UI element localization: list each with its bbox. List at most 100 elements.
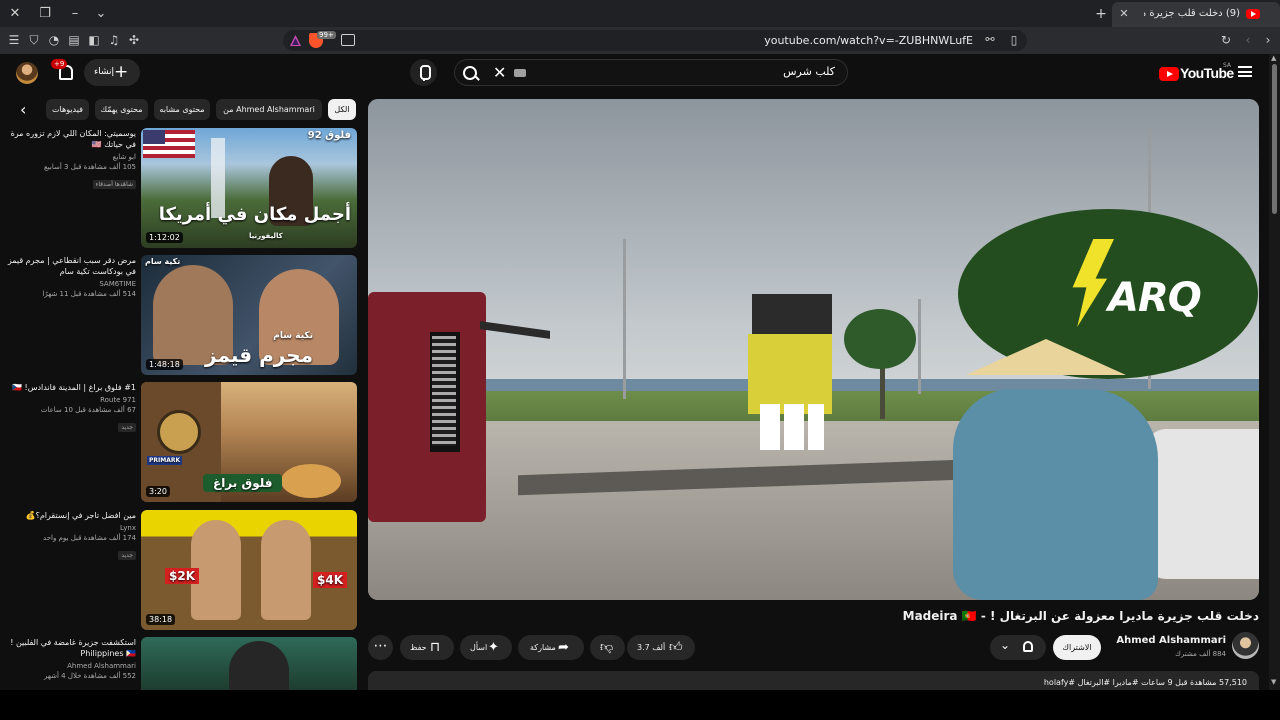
channel-name[interactable]: Ahmed Alshammari <box>1116 635 1226 646</box>
clear-search-icon[interactable]: ✕ <box>493 63 506 82</box>
brave-rewards-icon[interactable] <box>289 34 302 47</box>
create-label: إنشاء <box>94 67 115 77</box>
video-thumbnail[interactable]: $2K $4K <box>141 510 357 630</box>
chip-from-channel[interactable]: من Ahmed Alshammari <box>216 99 322 120</box>
forward-icon[interactable]: › <box>1260 32 1276 48</box>
url-text[interactable]: youtube.com/watch?v=-ZUBHNWLufE <box>764 34 973 47</box>
keyboard-icon[interactable] <box>514 69 526 77</box>
reload-icon[interactable]: ↻ <box>1218 32 1234 48</box>
guide-menu-icon[interactable] <box>1238 66 1252 77</box>
thumb-small-text: PRIMARK <box>147 456 183 465</box>
back-icon[interactable]: ‹ <box>1240 32 1256 48</box>
bookmark-icon[interactable]: ▯ <box>1007 33 1021 47</box>
channel-name[interactable]: Lynx <box>4 524 136 532</box>
reading-list-icon[interactable]: ▤ <box>66 32 82 48</box>
create-button[interactable]: + إنشاء <box>84 59 140 86</box>
shield-outline-icon[interactable]: ⛉ <box>26 32 42 48</box>
thumb-main-text: أجمل مكان في أمريكا <box>158 204 351 225</box>
scrollbar-thumb[interactable] <box>1272 64 1277 214</box>
channel-name[interactable]: Route 971 <box>4 396 136 404</box>
astronomical-clock-graphic <box>157 410 201 454</box>
video-meta: مين افضل تاجر في إنستقرام؟💰 Lynx 174 ألف… <box>4 510 136 561</box>
minimize-window-icon[interactable]: – <box>66 5 84 23</box>
like-count: 3.7 ألف <box>637 643 666 652</box>
scroll-down-icon[interactable]: ▼ <box>1271 678 1276 686</box>
video-meta: استكشفت جزيرة غامضة في الفلبين ! Philipp… <box>4 637 136 680</box>
video-thumbnail[interactable]: فلوق 92 أجمل مكان في أمريكا كاليفورنيا <box>141 128 357 248</box>
music-icon[interactable]: ♫ <box>106 32 122 48</box>
chip-videos[interactable]: فيديوهات <box>46 99 89 120</box>
close-window-icon[interactable]: ✕ <box>6 5 24 23</box>
social-badge: شاهَدها أصدقاء <box>92 180 136 189</box>
search-input[interactable]: كلب شرس <box>783 65 835 78</box>
like-button[interactable]: 👍︎ 3.7 ألف <box>627 635 695 660</box>
close-tab-icon[interactable]: ✕ <box>1116 6 1132 22</box>
video-stats: 174 ألف مشاهدة قبل يوم واحد <box>43 534 136 542</box>
channel-name[interactable]: SAM6TIME <box>4 280 136 288</box>
video-title: دخلت قلب جزيرة ماديرا معزولة عن البرتغال… <box>902 609 1259 623</box>
history-icon[interactable]: ◔ <box>46 32 62 48</box>
extensions-icon[interactable]: ✣ <box>126 32 142 48</box>
taskbar-area <box>0 690 1280 720</box>
recommendation-item[interactable]: استكشفت جزيرة غامضة في الفلبين ! Philipp… <box>0 637 360 690</box>
video-thumbnail[interactable]: تكية سام تكية سام مجرم قيمز <box>141 255 357 375</box>
cast-screen-icon[interactable] <box>341 34 355 46</box>
youtube-favicon-icon <box>1246 9 1260 19</box>
subscriber-count: 884 ألف مشترك <box>1175 650 1226 658</box>
site-settings-icon[interactable]: ⚯ <box>983 33 997 47</box>
channel-avatar[interactable] <box>1232 632 1259 659</box>
chips-scroll-left-icon[interactable]: ‹ <box>20 102 34 118</box>
restore-window-icon[interactable]: ❐ <box>36 5 54 23</box>
scroll-up-icon[interactable]: ▲ <box>1271 54 1276 62</box>
page-scrollbar[interactable]: ▲ ▼ <box>1269 54 1280 690</box>
tab-list-chevron-icon[interactable]: ⌄ <box>92 5 110 23</box>
video-title[interactable]: مين افضل تاجر في إنستقرام؟💰 <box>4 510 136 521</box>
search-box[interactable]: ✕ كلب شرس <box>454 59 848 86</box>
video-thumbnail[interactable] <box>141 637 357 690</box>
share-button[interactable]: ➦ مشاركة <box>518 635 584 660</box>
video-duration: 38:18 <box>146 614 176 625</box>
thumb-small-text: كاليفورنيا <box>249 232 283 240</box>
chip-related[interactable]: محتوى مشابه <box>154 99 210 120</box>
video-duration: 1:12:02 <box>146 232 183 243</box>
tab-title: (9) دخلت قلب جزيرة ماديرا معزو <box>1144 8 1240 19</box>
recommendation-item[interactable]: $2K $4K 38:18 مين افضل تاجر في إنستقرام؟… <box>0 510 360 634</box>
video-title[interactable]: استكشفت جزيرة غامضة في الفلبين ! Philipp… <box>4 637 136 659</box>
voice-search-icon[interactable] <box>410 59 437 86</box>
save-button[interactable]: ⊓ حفظ <box>400 635 454 660</box>
notifications-bell-icon[interactable]: +9 <box>51 59 73 80</box>
video-duration: 1:48:18 <box>146 359 183 370</box>
video-duration: 3:20 <box>146 486 170 497</box>
subscribe-button[interactable]: الاشتراك <box>1053 635 1101 660</box>
video-title[interactable]: مرض دقر سبب انقطاعي | مجرم قيمز في بودكا… <box>4 255 136 277</box>
dislike-button[interactable]: 👎︎ <box>590 635 625 660</box>
channel-name[interactable]: Ahmed Alshammari <box>4 662 136 670</box>
video-thumbnail[interactable]: PRIMARK فلوق براغ <box>141 382 357 502</box>
notification-settings-button[interactable]: ⌄ <box>990 635 1046 660</box>
address-bar[interactable]: 99+ youtube.com/watch?v=-ZUBHNWLufE ⚯ ▯ <box>283 30 1027 51</box>
recommendation-item[interactable]: PRIMARK فلوق براغ 3:20 #1 فلوق براغ | ال… <box>0 382 360 506</box>
channel-name[interactable]: ابو شايع <box>4 153 136 161</box>
video-player[interactable]: ARQ <box>368 99 1259 600</box>
more-actions-icon[interactable]: ⋯ <box>368 635 393 660</box>
search-icon[interactable] <box>461 64 481 84</box>
bell-icon <box>1023 641 1033 652</box>
chip-all[interactable]: الكل <box>328 99 356 120</box>
new-tab-button[interactable]: + <box>1092 5 1110 23</box>
account-avatar[interactable] <box>16 62 38 84</box>
recommendation-item[interactable]: فلوق 92 أجمل مكان في أمريكا كاليفورنيا 1… <box>0 128 360 252</box>
sidebar-icon[interactable]: ◧ <box>86 32 102 48</box>
red-food-truck-graphic <box>368 292 550 522</box>
thumbs-up-icon: 👍︎ <box>669 640 683 655</box>
new-badge: جديد <box>118 423 136 432</box>
video-title[interactable]: #1 فلوق براغ | المدينة فاندادس! 🇨🇿 <box>4 382 136 393</box>
share-label: مشاركة <box>530 643 556 652</box>
recommendation-item[interactable]: تكية سام تكية سام مجرم قيمز 1:48:18 مرض … <box>0 255 360 379</box>
menu-icon[interactable]: ☰ <box>6 32 22 48</box>
us-flag-graphic <box>143 130 195 158</box>
new-badge: جديد <box>118 551 136 560</box>
browser-tab-youtube[interactable]: ✕ (9) دخلت قلب جزيرة ماديرا معزو <box>1112 2 1280 27</box>
video-title[interactable]: يوسميتي: المكان اللي لازم تزوره مرة في ح… <box>4 128 136 150</box>
ask-button[interactable]: ✦ اسأل <box>460 635 512 660</box>
chip-for-you[interactable]: محتوى يهمّك <box>95 99 148 120</box>
